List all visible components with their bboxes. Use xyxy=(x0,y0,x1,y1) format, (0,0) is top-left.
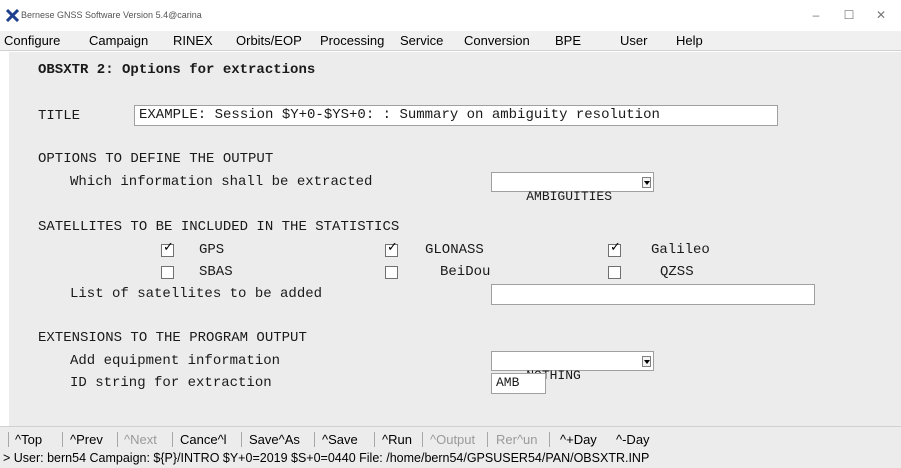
menu-processing[interactable]: Processing xyxy=(320,33,384,48)
label-qzss: QZSS xyxy=(660,264,694,280)
cancel-button[interactable]: Cance^l xyxy=(180,432,227,447)
prev-button[interactable]: ^Prev xyxy=(70,432,103,447)
checkbox-glonass[interactable]: ✓ xyxy=(385,240,398,257)
next-button[interactable]: ^Next xyxy=(124,432,157,447)
window-title: Bernese GNSS Software Version 5.4@carina xyxy=(21,10,202,20)
separator xyxy=(549,432,550,447)
separator xyxy=(117,432,118,447)
x-logo-icon xyxy=(6,9,19,22)
close-button[interactable]: ✕ xyxy=(870,7,892,23)
separator xyxy=(62,432,63,447)
extract-select-value: AMBIGUITIES xyxy=(526,189,613,204)
checkbox-beidou[interactable] xyxy=(385,266,398,279)
extract-select[interactable]: AMBIGUITIES xyxy=(491,172,654,204)
separator xyxy=(8,432,9,447)
menu-service[interactable]: Service xyxy=(400,33,443,48)
separator xyxy=(314,432,315,447)
minus-day-button[interactable]: ^-Day xyxy=(616,432,650,447)
menu-rinex[interactable]: RINEX xyxy=(173,33,213,48)
top-button[interactable]: ^Top xyxy=(15,432,42,447)
separator xyxy=(422,432,423,447)
extract-label: Which information shall be extracted xyxy=(70,174,373,190)
equipment-label: Add equipment information xyxy=(70,353,281,369)
menu-campaign[interactable]: Campaign xyxy=(89,33,148,48)
checkbox-gps[interactable]: ✓ xyxy=(161,240,174,257)
minimize-button[interactable]: – xyxy=(805,7,827,23)
panel-heading: OBSXTR 2: Options for extractions xyxy=(38,62,316,78)
check-mark-galileo: ✓ xyxy=(610,240,621,255)
id-string-input[interactable]: AMB xyxy=(491,373,546,394)
menu-bar: Configure Campaign RINEX Orbits/EOP Proc… xyxy=(0,31,901,51)
menu-configure[interactable]: Configure xyxy=(4,33,60,48)
label-sbas: SBAS xyxy=(199,264,233,280)
output-section-heading: OPTIONS TO DEFINE THE OUTPUT xyxy=(38,151,274,167)
checkbox-galileo[interactable]: ✓ xyxy=(608,240,621,257)
title-label: TITLE xyxy=(38,108,81,124)
menu-bpe[interactable]: BPE xyxy=(555,33,581,48)
check-mark-gps: ✓ xyxy=(163,240,174,255)
checkbox-sbas[interactable] xyxy=(161,266,174,279)
satellites-section-heading: SATELLITES TO BE INCLUDED IN THE STATIST… xyxy=(38,219,400,235)
options-panel: OBSXTR 2: Options for extractions TITLE … xyxy=(9,52,901,426)
add-satellites-label: List of satellites to be added xyxy=(70,286,323,302)
equipment-select[interactable]: NOTHING xyxy=(491,351,654,383)
status-bar: > User: bern54 Campaign: ${P}/INTRO $Y+0… xyxy=(0,450,901,468)
label-gps: GPS xyxy=(199,242,225,258)
checkbox-qzss[interactable] xyxy=(608,266,621,279)
label-beidou: BeiDou xyxy=(440,264,491,280)
save-as-button[interactable]: Save^As xyxy=(249,432,300,447)
label-glonass: GLONASS xyxy=(425,242,484,258)
menu-user[interactable]: User xyxy=(620,33,647,48)
separator xyxy=(172,432,173,447)
separator xyxy=(374,432,375,447)
maximize-button[interactable]: ☐ xyxy=(838,7,860,23)
extensions-section-heading: EXTENSIONS TO THE PROGRAM OUTPUT xyxy=(38,330,307,346)
separator xyxy=(487,432,488,447)
rerun-button[interactable]: Rer^un xyxy=(496,432,538,447)
id-string-label: ID string for extraction xyxy=(70,375,272,391)
plus-day-button[interactable]: ^+Day xyxy=(560,432,597,447)
separator xyxy=(241,432,242,447)
button-bar: ^Top ^Prev ^Next Cance^l Save^As ^Save ^… xyxy=(0,426,901,450)
window-titlebar: Bernese GNSS Software Version 5.4@carina… xyxy=(0,0,901,31)
chevron-down-icon xyxy=(642,177,651,188)
check-mark-glonass: ✓ xyxy=(387,240,398,255)
menu-help[interactable]: Help xyxy=(676,33,703,48)
save-button[interactable]: ^Save xyxy=(322,432,358,447)
chevron-down-icon xyxy=(642,356,651,367)
add-satellites-input[interactable] xyxy=(491,284,815,305)
label-galileo: Galileo xyxy=(651,242,710,258)
menu-conversion[interactable]: Conversion xyxy=(464,33,530,48)
run-button[interactable]: ^Run xyxy=(382,432,412,447)
menu-orbits-eop[interactable]: Orbits/EOP xyxy=(236,33,302,48)
title-input[interactable]: EXAMPLE: Session $Y+0-$YS+0: : Summary o… xyxy=(134,105,778,126)
output-button[interactable]: ^Output xyxy=(430,432,475,447)
